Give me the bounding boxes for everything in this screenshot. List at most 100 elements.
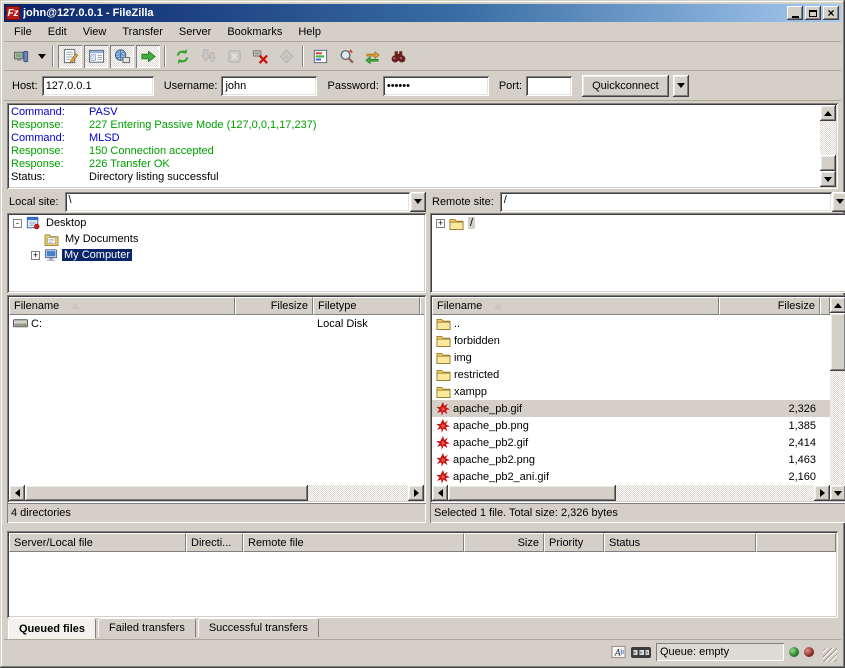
scroll-down-button[interactable] [830,485,845,501]
compare-button[interactable] [334,45,358,68]
password-input[interactable] [383,76,489,96]
scroll-track[interactable] [25,485,408,501]
file-row[interactable]: apache_pb2.png1,463 [432,451,830,468]
column-header-priority[interactable]: Priority [544,533,604,552]
filename-cell: apache_pb2_ani.gif [432,470,719,484]
remote-site-value[interactable]: / [500,192,832,212]
scroll-left-button[interactable] [9,485,25,501]
remote-tree-item-blank[interactable]: +/ [432,215,845,231]
column-header-filename[interactable]: Filename [9,297,235,315]
column-header-status[interactable]: Status [604,533,756,552]
local-site-dropdown[interactable] [410,192,426,212]
scroll-track[interactable] [448,485,814,501]
expand-icon[interactable]: + [31,251,40,260]
scroll-down-button[interactable] [820,171,836,187]
collapse-icon[interactable]: - [13,219,22,228]
expand-icon[interactable]: + [436,219,445,228]
quickconnect-button[interactable]: Quickconnect [582,75,669,97]
filter-button[interactable] [308,45,332,68]
scroll-right-button[interactable] [408,485,424,501]
maximize-button[interactable] [805,6,821,20]
file-row[interactable]: xampp [432,383,830,400]
filename-cell: forbidden [432,334,719,347]
log-scrollbar[interactable] [820,105,836,187]
menu-view[interactable]: View [75,24,115,40]
menu-bookmarks[interactable]: Bookmarks [219,24,290,40]
file-row[interactable]: C:Local Disk [9,315,424,332]
host-input[interactable] [42,76,154,96]
keypad-badge-icon [631,647,651,658]
queue-splitter[interactable] [4,523,841,531]
reconnect-button[interactable] [274,45,298,68]
username-input[interactable] [221,76,317,96]
process-queue-button[interactable] [196,45,220,68]
menu-transfer[interactable]: Transfer [114,24,171,40]
file-row[interactable]: apache_pb.png1,385 [432,417,830,434]
file-row[interactable]: forbidden [432,332,830,349]
column-header-blank[interactable] [756,533,836,552]
tab-successful-transfers[interactable]: Successful transfers [198,618,319,637]
toggle-log-button[interactable] [58,45,82,68]
toggle-remote-tree-button[interactable] [110,45,134,68]
quickconnect-dropdown[interactable] [673,75,689,97]
column-header-directi[interactable]: Directi... [186,533,243,552]
local-hscrollbar[interactable] [9,485,424,501]
tab-failed-transfers[interactable]: Failed transfers [98,618,196,637]
column-header-filetype[interactable]: Filetype [313,297,420,315]
local-site-value[interactable]: \ [65,192,410,212]
column-header-filename[interactable]: Filename [432,297,719,315]
local-tree-item-desktop[interactable]: -Desktop [9,215,424,231]
scroll-left-button[interactable] [432,485,448,501]
menu-server[interactable]: Server [171,24,219,40]
local-site-combo[interactable]: \ [65,192,426,212]
toggle-local-tree-button[interactable] [84,45,108,68]
file-row[interactable]: restricted [432,366,830,383]
queue-toggle-icon [140,48,157,65]
remote-vscrollbar[interactable] [830,297,845,501]
scroll-right-button[interactable] [814,485,830,501]
tab-queued-files[interactable]: Queued files [8,618,96,639]
menu-help[interactable]: Help [290,24,329,40]
scroll-thumb[interactable] [830,313,845,371]
scroll-thumb[interactable] [820,155,836,171]
toggle-queue-button[interactable] [136,45,160,68]
column-header-l[interactable]: L [420,297,424,315]
file-row[interactable]: apache_pb2.gif2,414 [432,434,830,451]
scroll-thumb[interactable] [448,485,616,501]
file-row[interactable]: apache_pb2_ani.gif2,160 [432,468,830,485]
close-button[interactable]: × [823,6,839,20]
scroll-up-button[interactable] [820,105,836,121]
local-site-label: Local site: [7,196,65,208]
file-row[interactable]: apache_pb.gif2,326 [432,400,830,417]
column-header-blank[interactable] [820,297,830,315]
scroll-up-button[interactable] [830,297,845,313]
toolbar-separator [52,46,54,67]
scroll-track[interactable] [830,313,845,485]
refresh-button[interactable] [170,45,194,68]
scroll-track[interactable] [820,121,836,171]
scroll-thumb[interactable] [25,485,308,501]
resize-grip[interactable] [823,648,837,662]
column-header-size[interactable]: Size [464,533,544,552]
port-input[interactable] [526,76,572,96]
site-manager-button-dropdown[interactable] [35,45,48,68]
remote-site-combo[interactable]: / [500,192,845,212]
column-header-filesize[interactable]: Filesize [719,297,820,315]
local-tree-item-my-computer[interactable]: +My Computer [9,247,424,263]
menu-edit[interactable]: Edit [40,24,75,40]
find-files-button[interactable] [386,45,410,68]
sync-browsing-button[interactable] [360,45,384,68]
file-row[interactable]: img [432,349,830,366]
remote-hscrollbar[interactable] [432,485,830,501]
remote-site-dropdown[interactable] [832,192,845,212]
site-manager-button[interactable] [9,45,33,68]
cancel-button[interactable] [222,45,246,68]
menu-file[interactable]: File [6,24,40,40]
file-row[interactable]: .. [432,315,830,332]
column-header-server-local-file[interactable]: Server/Local file [9,533,186,552]
minimize-button[interactable] [787,6,803,20]
column-header-remote-file[interactable]: Remote file [243,533,464,552]
local-tree-item-my-documents[interactable]: My Documents [9,231,424,247]
column-header-filesize[interactable]: Filesize [235,297,313,315]
disconnect-button[interactable] [248,45,272,68]
